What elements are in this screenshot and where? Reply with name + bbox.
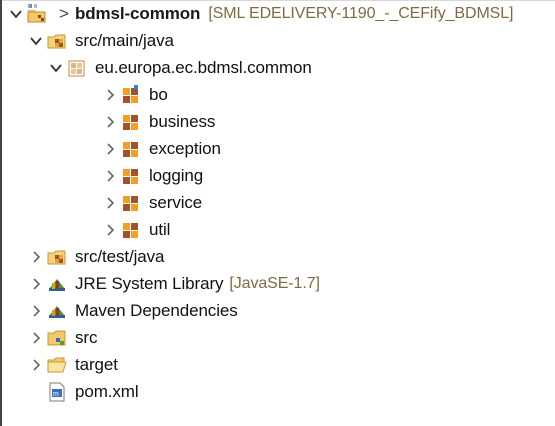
package-icon [120, 219, 142, 241]
chevron-right-icon[interactable] [26, 270, 46, 297]
source-folder-icon [46, 30, 68, 52]
chevron-right-icon[interactable] [100, 189, 120, 216]
tree-item-pom[interactable]: m pom.xml [46, 378, 139, 405]
package-icon [120, 84, 142, 106]
tree-item-label: Maven Dependencies [75, 300, 238, 320]
left-border [0, 0, 2, 426]
tree-item-label: src/main/java [75, 30, 174, 50]
chevron-right-icon[interactable] [100, 135, 120, 162]
chevron-right-icon[interactable] [100, 216, 120, 243]
tree-item-label: util [149, 219, 171, 239]
xml-file-icon: m [46, 381, 68, 403]
tree-item-subpackage[interactable]: util [100, 216, 170, 243]
package-icon [120, 138, 142, 160]
folder-open-icon [46, 354, 68, 376]
tree-item-label: eu.europa.ec.bdmsl.common [95, 57, 312, 77]
package-icon [120, 165, 142, 187]
chevron-right-icon[interactable] [26, 351, 46, 378]
chevron-right-icon[interactable] [100, 108, 120, 135]
svg-text:M: M [28, 4, 32, 10]
tree-item-src-folder[interactable]: src [26, 324, 97, 351]
git-separator: > [59, 3, 69, 23]
library-icon [46, 300, 68, 322]
package-icon [120, 192, 142, 214]
tree-item-label: bo [149, 84, 168, 104]
chevron-right-icon[interactable] [100, 162, 120, 189]
tree-item-label: target [75, 354, 118, 374]
jre-decoration: [JavaSE-1.7] [229, 274, 320, 292]
chevron-down-icon[interactable] [26, 27, 46, 54]
tree-item-label: service [149, 192, 203, 212]
tree-item-label: business [149, 111, 216, 131]
project-name: bdmsl-common [74, 3, 201, 23]
package-icon [120, 111, 142, 133]
tree-item-subpackage[interactable]: bo [100, 81, 168, 108]
tree-item-src-test-java[interactable]: src/test/java [26, 243, 165, 270]
tree-item-label: pom.xml [75, 381, 139, 401]
chevron-down-icon[interactable] [46, 54, 66, 81]
package-icon [66, 57, 88, 79]
tree-item-label: JRE System Library [75, 273, 224, 293]
tree-item-package[interactable]: eu.europa.ec.bdmsl.common [46, 54, 312, 81]
tree-item-subpackage[interactable]: exception [100, 135, 221, 162]
chevron-down-icon[interactable] [6, 0, 26, 27]
maven-project-icon: M [26, 3, 48, 25]
tree-item-label: exception [149, 138, 221, 158]
tree-item-subpackage[interactable]: service [100, 189, 202, 216]
tree-item-label: logging [149, 165, 204, 185]
chevron-right-icon[interactable] [100, 81, 120, 108]
tree-item-maven-dependencies[interactable]: Maven Dependencies [26, 297, 238, 324]
library-icon [46, 273, 68, 295]
tree-item-subpackage[interactable]: logging [100, 162, 203, 189]
tree-item-project[interactable]: M > bdmsl-common [SML EDELIVERY-1190_-_C… [6, 0, 514, 27]
tree-item-subpackage[interactable]: business [100, 108, 215, 135]
tree-item-jre-library[interactable]: JRE System Library [JavaSE-1.7] [26, 270, 320, 297]
project-decoration: [SML EDELIVERY-1190_-_CEFify_BDMSL] [208, 4, 514, 22]
tree-item-label: src [75, 327, 98, 347]
svg-text:m: m [53, 391, 59, 398]
chevron-right-icon[interactable] [26, 243, 46, 270]
chevron-right-icon[interactable] [26, 324, 46, 351]
chevron-right-icon[interactable] [26, 297, 46, 324]
tree-item-label: src/test/java [75, 246, 165, 266]
source-folder-icon [46, 246, 68, 268]
tree-item-src-main-java[interactable]: src/main/java [26, 27, 174, 54]
folder-icon [46, 327, 68, 349]
tree-item-target-folder[interactable]: target [26, 351, 118, 378]
